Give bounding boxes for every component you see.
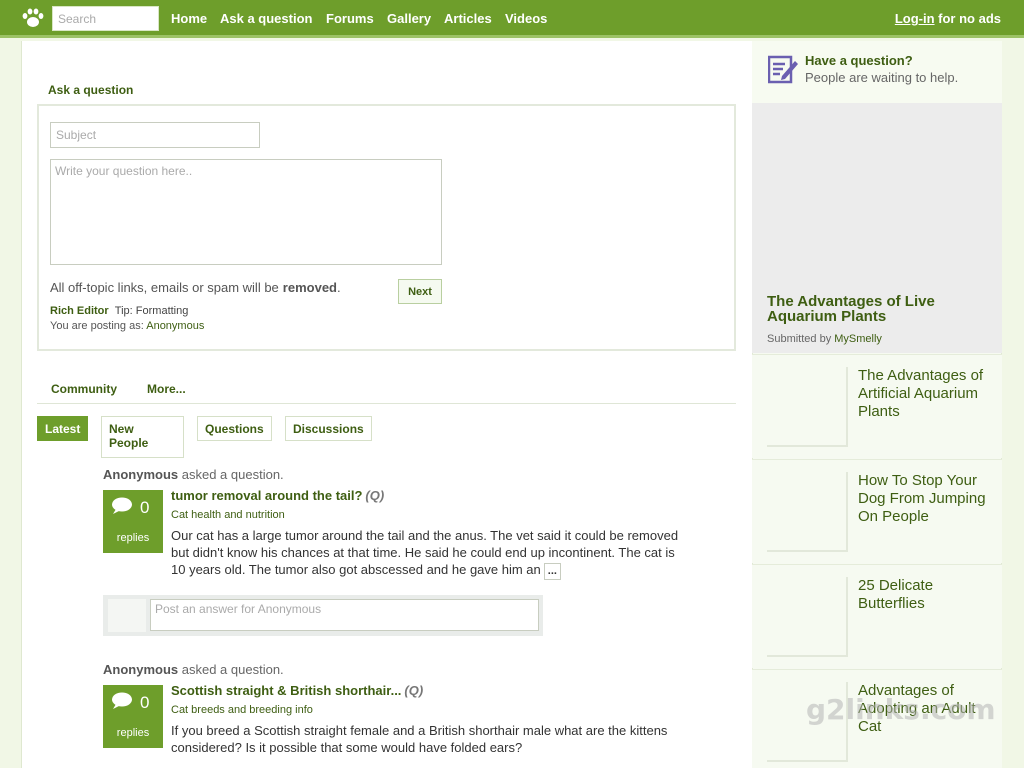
spam-notice-end: . [337,280,341,295]
rich-editor-link[interactable]: Rich Editor [50,305,109,317]
compose-note-icon [768,55,798,84]
filter-latest[interactable]: Latest [37,416,88,441]
replies-count: 0 [140,498,150,517]
byline-label: Submitted by [767,333,832,345]
community-tabs: Community More... [37,381,736,404]
asker-name[interactable]: Anonymous [103,467,178,482]
answer-box [103,595,543,636]
asker-action: asked a question. [181,662,284,677]
tab-community[interactable]: Community [51,382,117,396]
question-body: If you breed a Scottish straight female … [171,723,668,755]
nav-articles[interactable]: Articles [444,11,492,26]
question-title[interactable]: Scottish straight & British shorthair... [171,683,401,698]
nav-home[interactable]: Home [171,11,207,26]
asker-action: asked a question. [181,467,284,482]
featured-article-title[interactable]: The Advantages of Live Aquarium Plants [767,294,982,324]
question-title-link[interactable]: tumor removal around the tail? (Q) [171,488,384,503]
asker-name[interactable]: Anonymous [103,662,178,677]
featured-article-byline: Submitted by MySmelly [767,333,882,345]
ask-question-tab[interactable]: Ask a question [48,83,133,97]
article-thumbnail[interactable] [767,472,848,552]
replies-label: replies [116,727,150,739]
filter-new-people[interactable]: New People [101,416,184,458]
read-more-button[interactable]: ... [543,563,561,580]
watermark: g2links.com [806,693,996,726]
filter-questions[interactable]: Questions [197,416,272,441]
spam-notice: All off-topic links, emails or spam will… [50,280,341,295]
login-link[interactable]: Log-in [895,11,935,26]
speech-bubble-icon [112,692,132,709]
replies-count: 0 [140,693,150,712]
question-tag: (Q) [404,683,424,698]
byline-user-link[interactable]: MySmelly [834,333,882,345]
question-asker: Anonymous asked a question. [103,467,284,482]
question-tag: (Q) [365,488,385,503]
question-body: Our cat has a large tumor around the tai… [171,528,679,577]
question-category-link[interactable]: Cat breeds and breeding info [171,704,313,716]
nav-ask-question[interactable]: Ask a question [220,11,312,26]
answer-input[interactable] [150,599,539,631]
next-button[interactable]: Next [398,279,442,304]
article-thumbnail[interactable] [767,367,848,447]
question-asker: Anonymous asked a question. [103,662,284,677]
question-title[interactable]: tumor removal around the tail? [171,488,362,503]
speech-bubble-icon [112,497,132,514]
search-input[interactable] [52,6,159,31]
filter-discussions[interactable]: Discussions [285,416,372,441]
featured-article[interactable]: The Advantages of Live Aquarium Plants S… [752,103,1002,353]
posting-as-label: You are posting as: [50,320,144,332]
article-title[interactable]: 25 Delicate Butterflies [858,577,993,613]
article-item[interactable]: 25 Delicate Butterflies [752,564,1002,668]
question-category-link[interactable]: Cat health and nutrition [171,509,285,521]
tab-more[interactable]: More... [147,382,186,396]
paw-logo-icon[interactable] [21,7,45,29]
article-title[interactable]: How To Stop Your Dog From Jumping On Peo… [858,472,993,526]
formatting-tip[interactable]: Tip: Formatting [115,305,189,317]
top-navbar: Home Ask a question Forums Gallery Artic… [0,0,1024,38]
posting-as: You are posting as: Anonymous [50,320,204,332]
login-suffix: for no ads [934,11,1001,26]
editor-options: Rich Editor Tip: Formatting [50,305,188,317]
replies-badge[interactable]: 0 replies [103,490,163,553]
login-prompt: Log-in for no ads [895,11,1001,26]
have-question-promo[interactable]: Have a question? People are waiting to h… [752,41,1002,103]
article-item[interactable]: The Advantages of Artificial Aquarium Pl… [752,354,1002,458]
spam-notice-text: All off-topic links, emails or spam will… [50,280,279,295]
spam-notice-emphasis: removed [282,280,337,295]
article-item[interactable]: How To Stop Your Dog From Jumping On Peo… [752,459,1002,563]
avatar [108,599,146,632]
have-question-subtitle: People are waiting to help. [805,70,959,85]
replies-badge[interactable]: 0 replies [103,685,163,748]
subject-input[interactable] [50,122,260,148]
posting-user-link[interactable]: Anonymous [146,320,204,332]
article-thumbnail[interactable] [767,577,848,657]
nav-gallery[interactable]: Gallery [387,11,431,26]
question-textarea[interactable] [50,159,442,265]
question-title-link[interactable]: Scottish straight & British shorthair...… [171,683,423,698]
have-question-title: Have a question? [805,53,913,68]
replies-label: replies [116,532,150,544]
article-title[interactable]: The Advantages of Artificial Aquarium Pl… [858,367,993,421]
nav-forums[interactable]: Forums [326,11,374,26]
nav-videos[interactable]: Videos [505,11,547,26]
question-excerpt: Our cat has a large tumor around the tai… [171,527,686,580]
